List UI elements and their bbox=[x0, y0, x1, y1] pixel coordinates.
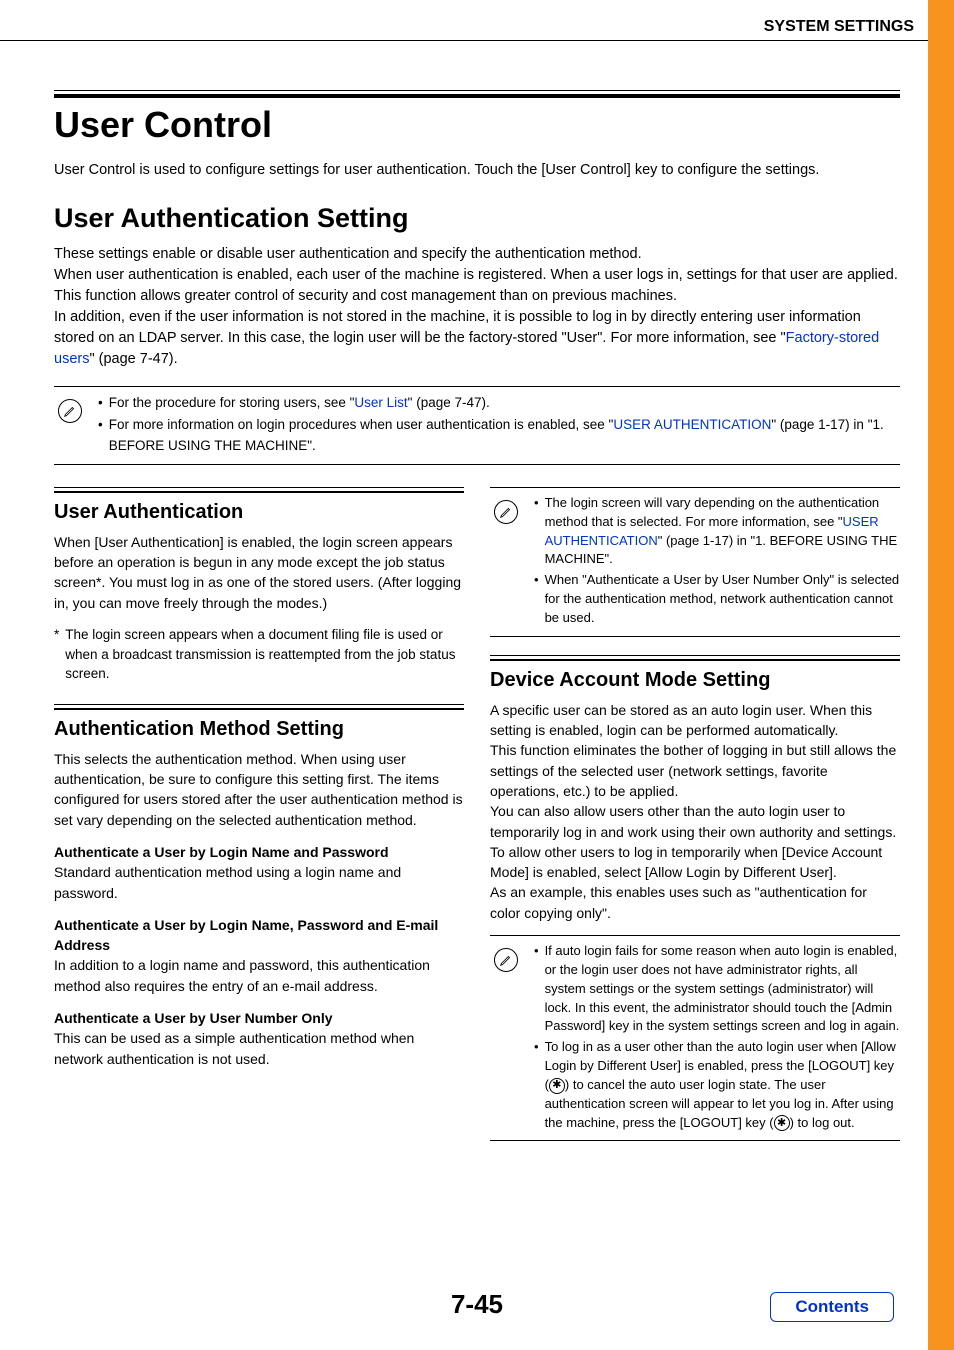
section-paragraph: These settings enable or disable user au… bbox=[54, 244, 900, 370]
note-icon bbox=[494, 500, 518, 524]
link-user-list[interactable]: User List bbox=[354, 395, 407, 410]
left-column: User Authentication When [User Authentic… bbox=[54, 487, 464, 1160]
logout-key-icon: ✱ bbox=[774, 1115, 790, 1131]
note-box-3: •If auto login fails for some reason whe… bbox=[490, 935, 900, 1141]
note-box-1: •For the procedure for storing users, se… bbox=[54, 386, 900, 465]
contents-button[interactable]: Contents bbox=[770, 1292, 894, 1322]
note-box-2: •The login screen will vary depending on… bbox=[490, 487, 900, 637]
footnote: *The login screen appears when a documen… bbox=[54, 625, 464, 684]
method-1: Authenticate a User by Login Name and Pa… bbox=[54, 842, 464, 903]
section-heading: User Authentication Setting bbox=[54, 203, 900, 234]
header-section: SYSTEM SETTINGS bbox=[764, 18, 914, 36]
page-title: User Control bbox=[54, 104, 900, 146]
page-content: User Control User Control is used to con… bbox=[54, 90, 900, 1159]
link-user-auth-1[interactable]: USER AUTHENTICATION bbox=[613, 417, 771, 432]
subhead-auth-method: Authentication Method Setting bbox=[54, 718, 464, 741]
intro-text: User Control is used to configure settin… bbox=[54, 160, 900, 181]
subhead-device-account: Device Account Mode Setting bbox=[490, 669, 900, 692]
body-text: A specific user can be stored as an auto… bbox=[490, 700, 900, 741]
body-text: When [User Authentication] is enabled, t… bbox=[54, 532, 464, 613]
body-text: As an example, this enables uses such as… bbox=[490, 882, 900, 923]
note-icon bbox=[58, 399, 82, 423]
subhead-user-auth: User Authentication bbox=[54, 501, 464, 524]
body-text: This selects the authentication method. … bbox=[54, 749, 464, 830]
note-icon bbox=[494, 948, 518, 972]
right-column: •The login screen will vary depending on… bbox=[490, 487, 900, 1160]
logout-key-icon: ✱ bbox=[549, 1078, 565, 1094]
method-3: Authenticate a User by User Number Only … bbox=[54, 1008, 464, 1069]
body-text: This function eliminates the bother of l… bbox=[490, 740, 900, 801]
side-tab bbox=[928, 0, 954, 1350]
body-text: You can also allow users other than the … bbox=[490, 801, 900, 882]
header-rule bbox=[0, 40, 928, 41]
method-2: Authenticate a User by Login Name, Passw… bbox=[54, 915, 464, 996]
